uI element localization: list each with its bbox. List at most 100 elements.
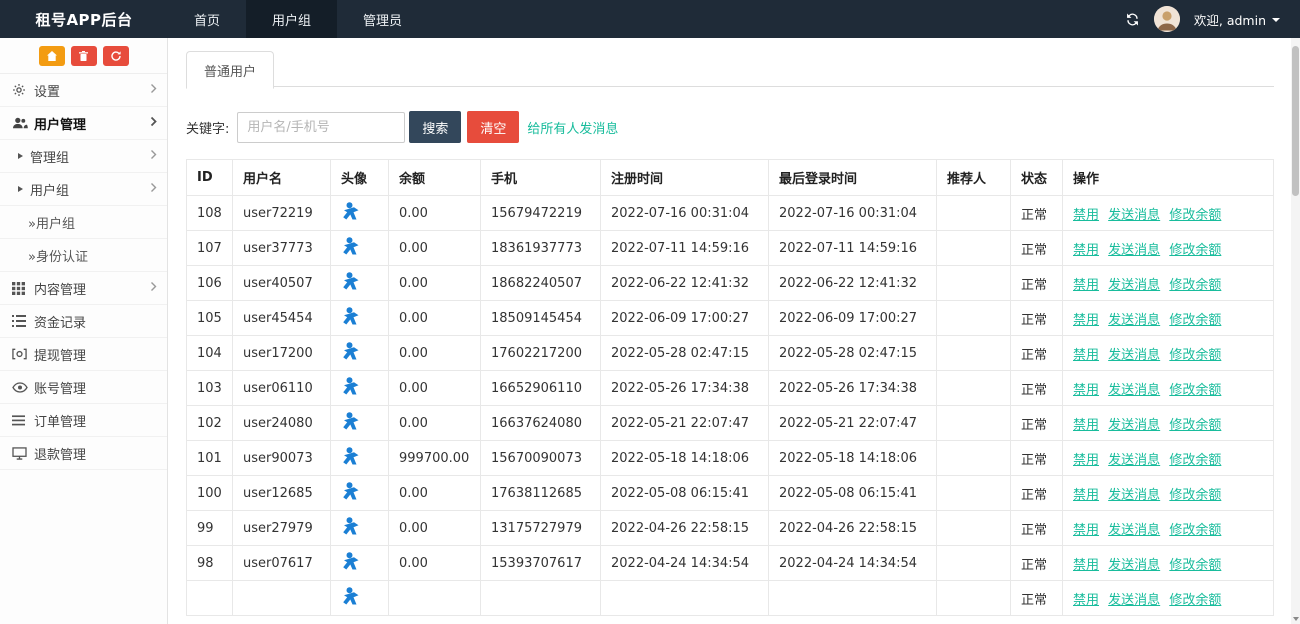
user-menu[interactable]: 欢迎, admin — [1194, 10, 1280, 29]
user-avatar[interactable] — [1154, 6, 1180, 32]
status-text: 正常 — [1011, 266, 1063, 301]
nav-item-admin[interactable]: 管理员 — [337, 0, 428, 38]
cell-actions: 禁用 发送消息 修改余额 — [1063, 301, 1274, 336]
user-avatar-icon — [341, 376, 361, 396]
cell-last-login: 2022-04-26 22:58:15 — [769, 511, 937, 546]
sidebar-item-label: 设置 — [34, 81, 60, 100]
disable-link[interactable]: 禁用 — [1073, 523, 1099, 538]
status-text: 正常 — [1011, 581, 1063, 616]
sidebar-item-user-management[interactable]: 用户管理 — [0, 107, 167, 140]
disable-link[interactable]: 禁用 — [1073, 313, 1099, 328]
sidebar-item-identity-verify[interactable]: »身份认证 — [0, 239, 167, 272]
modify-balance-link[interactable]: 修改余额 — [1169, 243, 1221, 258]
cell-phone: 15670090073 — [481, 441, 601, 476]
sidebar-item-withdrawal-management[interactable]: 提现管理 — [0, 338, 167, 371]
send-message-link[interactable]: 发送消息 — [1108, 348, 1160, 363]
cell-id: 105 — [187, 301, 233, 336]
vertical-scrollbar[interactable] — [1291, 38, 1300, 624]
disable-link[interactable]: 禁用 — [1073, 418, 1099, 433]
user-avatar-icon — [341, 516, 361, 536]
sidebar-item-user-group-list[interactable]: »用户组 — [0, 206, 167, 239]
modify-balance-link[interactable]: 修改余额 — [1169, 488, 1221, 503]
disable-link[interactable]: 禁用 — [1073, 243, 1099, 258]
scrollbar-down-arrow[interactable] — [1293, 617, 1299, 621]
send-message-link[interactable]: 发送消息 — [1108, 558, 1160, 573]
clear-button[interactable]: 清空 — [467, 111, 519, 143]
send-message-link[interactable]: 发送消息 — [1108, 523, 1160, 538]
send-message-link[interactable]: 发送消息 — [1108, 418, 1160, 433]
disable-link[interactable]: 禁用 — [1073, 488, 1099, 503]
cell-id — [187, 581, 233, 616]
send-message-link[interactable]: 发送消息 — [1108, 488, 1160, 503]
sidebar-item-label: »身份认证 — [28, 246, 88, 265]
modify-balance-link[interactable]: 修改余额 — [1169, 593, 1221, 608]
table-row: 107 user37773 0.00 18361937773 2022-07-1… — [187, 231, 1274, 266]
disable-link[interactable]: 禁用 — [1073, 348, 1099, 363]
modify-balance-link[interactable]: 修改余额 — [1169, 208, 1221, 223]
triangle-right-icon — [18, 186, 23, 192]
table-row: 100 user12685 0.00 17638112685 2022-05-0… — [187, 476, 1274, 511]
modify-balance-link[interactable]: 修改余额 — [1169, 558, 1221, 573]
cell-phone: 13175727979 — [481, 511, 601, 546]
disable-link[interactable]: 禁用 — [1073, 208, 1099, 223]
modify-balance-link[interactable]: 修改余额 — [1169, 453, 1221, 468]
user-avatar-icon — [341, 201, 361, 221]
modify-balance-link[interactable]: 修改余额 — [1169, 418, 1221, 433]
cell-reg-time: 2022-07-11 14:59:16 — [601, 231, 769, 266]
sidebar-item-label: 管理组 — [30, 147, 69, 166]
cell-id: 103 — [187, 371, 233, 406]
cell-actions: 禁用 发送消息 修改余额 — [1063, 546, 1274, 581]
sidebar-item-fund-records[interactable]: 资金记录 — [0, 305, 167, 338]
send-message-link[interactable]: 发送消息 — [1108, 208, 1160, 223]
modify-balance-link[interactable]: 修改余额 — [1169, 313, 1221, 328]
home-button[interactable] — [39, 46, 65, 66]
reload-button[interactable] — [103, 46, 129, 66]
col-id: ID — [187, 160, 233, 196]
tab-normal-users[interactable]: 普通用户 — [186, 51, 274, 89]
cell-actions: 禁用 发送消息 修改余额 — [1063, 476, 1274, 511]
nav-item-usergroup[interactable]: 用户组 — [246, 0, 337, 38]
disable-link[interactable]: 禁用 — [1073, 278, 1099, 293]
cell-avatar — [331, 231, 389, 266]
send-message-link[interactable]: 发送消息 — [1108, 593, 1160, 608]
disable-link[interactable]: 禁用 — [1073, 453, 1099, 468]
send-message-link[interactable]: 发送消息 — [1108, 453, 1160, 468]
nav-item-home[interactable]: 首页 — [168, 0, 246, 38]
clear-cache-button[interactable] — [71, 46, 97, 66]
scrollbar-thumb[interactable] — [1292, 46, 1299, 196]
modify-balance-link[interactable]: 修改余额 — [1169, 523, 1221, 538]
disable-link[interactable]: 禁用 — [1073, 593, 1099, 608]
modify-balance-link[interactable]: 修改余额 — [1169, 383, 1221, 398]
modify-balance-link[interactable]: 修改余额 — [1169, 348, 1221, 363]
search-button[interactable]: 搜索 — [409, 111, 461, 143]
sidebar-item-settings[interactable]: 设置 — [0, 74, 167, 107]
sidebar-item-account-management[interactable]: 账号管理 — [0, 371, 167, 404]
modify-balance-link[interactable]: 修改余额 — [1169, 278, 1221, 293]
cell-last-login: 2022-05-08 06:15:41 — [769, 476, 937, 511]
cell-balance: 0.00 — [389, 406, 481, 441]
disable-link[interactable]: 禁用 — [1073, 558, 1099, 573]
keyword-input[interactable] — [237, 112, 405, 143]
cell-id: 98 — [187, 546, 233, 581]
refresh-icon[interactable] — [1125, 12, 1140, 27]
status-text: 正常 — [1011, 196, 1063, 231]
cell-reg-time: 2022-05-18 14:18:06 — [601, 441, 769, 476]
status-text: 正常 — [1011, 441, 1063, 476]
sidebar-item-refund-management[interactable]: 退款管理 — [0, 437, 167, 470]
sidebar-item-content-management[interactable]: 内容管理 — [0, 272, 167, 305]
top-navbar: 租号APP后台 首页 用户组 管理员 欢迎, admin — [0, 0, 1300, 38]
sidebar-item-order-management[interactable]: 订单管理 — [0, 404, 167, 437]
send-message-link[interactable]: 发送消息 — [1108, 243, 1160, 258]
table-row: 105 user45454 0.00 18509145454 2022-06-0… — [187, 301, 1274, 336]
broadcast-all-link[interactable]: 给所有人发消息 — [527, 118, 618, 137]
sidebar-item-admin-group[interactable]: 管理组 — [0, 140, 167, 173]
cell-avatar — [331, 546, 389, 581]
cell-balance: 0.00 — [389, 266, 481, 301]
send-message-link[interactable]: 发送消息 — [1108, 278, 1160, 293]
send-message-link[interactable]: 发送消息 — [1108, 313, 1160, 328]
cell-id: 108 — [187, 196, 233, 231]
send-message-link[interactable]: 发送消息 — [1108, 383, 1160, 398]
disable-link[interactable]: 禁用 — [1073, 383, 1099, 398]
cell-phone: 16637624080 — [481, 406, 601, 441]
sidebar-item-user-group[interactable]: 用户组 — [0, 173, 167, 206]
